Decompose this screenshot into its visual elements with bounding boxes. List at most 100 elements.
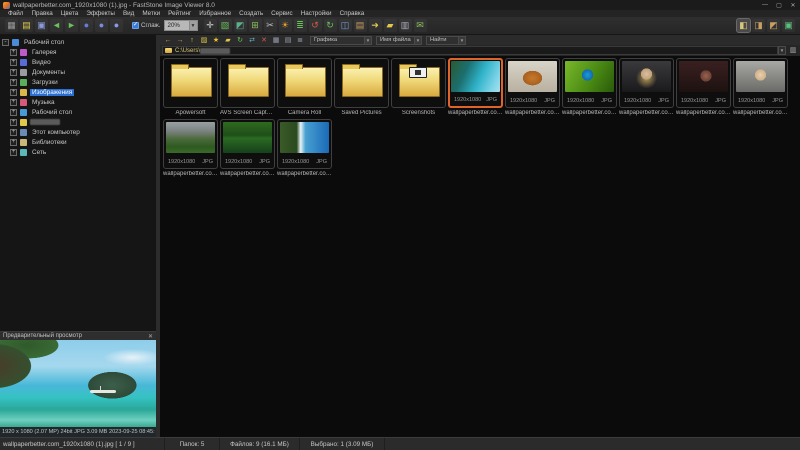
address-field[interactable]: C:\Users\ bbox=[162, 46, 778, 55]
tree-item-desktop-root[interactable]: -Рабочий стол bbox=[0, 37, 156, 47]
sync-icon[interactable]: ⇄ bbox=[247, 36, 257, 45]
menu-item-Рейтинг[interactable]: Рейтинг bbox=[164, 10, 195, 17]
tree-expand-icon[interactable]: + bbox=[10, 149, 17, 156]
menu-item-Вид[interactable]: Вид bbox=[119, 10, 138, 17]
favorites-icon[interactable]: ★ bbox=[211, 36, 221, 45]
tree-item-documents[interactable]: +Документы bbox=[0, 67, 156, 77]
tree-item-downloads[interactable]: +Загрузки bbox=[0, 77, 156, 87]
capture-icon[interactable]: ◩ bbox=[234, 19, 247, 32]
folder-thumbnail-card[interactable] bbox=[163, 58, 218, 108]
recycle-bin-icon[interactable]: ▥ bbox=[788, 46, 798, 55]
search-combobox[interactable]: Найти▼ bbox=[426, 36, 466, 45]
image-thumbnail-card[interactable]: 1920x1080JPG bbox=[562, 58, 617, 108]
smooth-checkbox[interactable]: ✓ Сглаж. bbox=[132, 22, 161, 29]
tree-expand-icon[interactable]: + bbox=[10, 99, 17, 106]
zoom-dropdown-icon[interactable]: ▼ bbox=[189, 21, 197, 30]
print-icon[interactable]: ▥ bbox=[399, 19, 412, 32]
layout-windowed-icon[interactable]: ◨ bbox=[752, 19, 765, 32]
menu-item-Файл[interactable]: Файл bbox=[4, 10, 27, 17]
folder-icon[interactable]: ▰ bbox=[384, 19, 397, 32]
resize-icon[interactable]: ⊞ bbox=[249, 19, 262, 32]
image-thumbnail-card[interactable]: 1920x1080JPG bbox=[505, 58, 560, 108]
move-to-folder-icon[interactable]: ➜ bbox=[369, 19, 382, 32]
folder-thumbnail[interactable]: Apowersoft bbox=[163, 58, 218, 116]
view-list-icon[interactable]: ≣ bbox=[295, 36, 305, 45]
folder-thumbnail-card[interactable] bbox=[334, 58, 389, 108]
tree-item-video[interactable]: +Видео bbox=[0, 57, 156, 67]
tree-item-pictures[interactable]: +Изображения bbox=[0, 87, 156, 97]
layout-fullview-icon[interactable]: ◩ bbox=[767, 19, 780, 32]
preview-image[interactable] bbox=[0, 340, 156, 427]
minimize-button[interactable]: — bbox=[758, 0, 772, 10]
hand-tool-icon[interactable]: ✛ bbox=[204, 19, 217, 32]
image-thumbnail[interactable]: 1920x1080JPGwallpaperbetter.com... bbox=[562, 58, 617, 116]
address-dropdown-icon[interactable]: ▼ bbox=[778, 46, 786, 55]
draw-board-icon[interactable]: ▧ bbox=[219, 19, 232, 32]
copy-to-folder-icon[interactable]: ▤ bbox=[354, 19, 367, 32]
image-thumbnail[interactable]: 1920x1080JPGwallpaperbetter.com... bbox=[163, 119, 218, 177]
view-details-icon[interactable]: ▤ bbox=[283, 36, 293, 45]
open-file-icon[interactable]: ▤ bbox=[20, 19, 33, 32]
image-thumbnail-card[interactable]: 1920x1080JPG bbox=[619, 58, 674, 108]
zoom-out-icon[interactable]: ● bbox=[80, 19, 93, 32]
tree-item-gallery[interactable]: +Галерея bbox=[0, 47, 156, 57]
menu-item-Эффекты[interactable]: Эффекты bbox=[82, 10, 119, 17]
close-button[interactable]: ✕ bbox=[786, 0, 800, 10]
zoom-actual-icon[interactable]: ● bbox=[110, 19, 123, 32]
maximize-button[interactable]: ▢ bbox=[772, 0, 786, 10]
tree-expand-icon[interactable]: + bbox=[10, 129, 17, 136]
sort-combobox[interactable]: Имя файла▼ bbox=[376, 36, 422, 45]
crop-icon[interactable]: ✂ bbox=[264, 19, 277, 32]
tree-expand-icon[interactable]: + bbox=[10, 139, 17, 146]
image-thumbnail[interactable]: 1920x1080JPGwallpaperbetter.com... bbox=[619, 58, 674, 116]
filter-combobox-dropdown-icon[interactable]: ▼ bbox=[364, 37, 371, 44]
preview-close-icon[interactable]: ✕ bbox=[148, 333, 153, 340]
refresh-icon[interactable]: ↻ bbox=[235, 36, 245, 45]
image-thumbnail-card[interactable]: 1920x1080JPG bbox=[733, 58, 788, 108]
tree-item-network[interactable]: +Сеть bbox=[0, 147, 156, 157]
image-thumbnail-card[interactable]: 1920x1080JPG bbox=[220, 119, 275, 169]
tree-expand-icon[interactable]: + bbox=[10, 59, 17, 66]
filter-combobox[interactable]: Графика▼ bbox=[310, 36, 372, 45]
folder-thumbnail[interactable]: Screenshots bbox=[391, 58, 446, 116]
tree-expand-icon[interactable]: + bbox=[10, 109, 17, 116]
search-combobox-dropdown-icon[interactable]: ▼ bbox=[458, 37, 465, 44]
menu-item-Настройки[interactable]: Настройки bbox=[297, 10, 336, 17]
image-thumbnail[interactable]: 1920x1080JPGwallpaperbetter.com... bbox=[733, 58, 788, 116]
image-thumbnail-card[interactable]: 1920x1080JPG bbox=[676, 58, 731, 108]
menu-item-Сервис[interactable]: Сервис bbox=[267, 10, 297, 17]
image-thumbnail[interactable]: 1920x1080JPGwallpaperbetter.com... bbox=[277, 119, 332, 177]
prev-image-icon[interactable]: ◄ bbox=[50, 19, 63, 32]
menu-item-Метки[interactable]: Метки bbox=[138, 10, 164, 17]
fullscreen-icon[interactable]: ▣ bbox=[782, 19, 795, 32]
folder-thumbnail-card[interactable] bbox=[220, 58, 275, 108]
up-folder-icon[interactable]: ↑ bbox=[187, 36, 197, 45]
tree-item-user-folder[interactable]: + bbox=[0, 117, 156, 127]
effects-icon[interactable]: ≣ bbox=[294, 19, 307, 32]
folder-thumbnail[interactable]: AVS Screen Capture bbox=[220, 58, 275, 116]
image-thumbnail[interactable]: 1920x1080JPGwallpaperbetter.com... bbox=[676, 58, 731, 116]
forward-icon[interactable]: → bbox=[175, 36, 185, 45]
layout-browser-icon[interactable]: ◧ bbox=[737, 19, 750, 32]
new-folder-icon[interactable]: ▨ bbox=[199, 36, 209, 45]
tree-item-desktop[interactable]: +Рабочий стол bbox=[0, 107, 156, 117]
compare-icon[interactable]: ◫ bbox=[339, 19, 352, 32]
tree-item-this-pc[interactable]: +Этот компьютер bbox=[0, 127, 156, 137]
next-image-icon[interactable]: ► bbox=[65, 19, 78, 32]
menu-item-Правка[interactable]: Правка bbox=[27, 10, 56, 17]
sort-combobox-dropdown-icon[interactable]: ▼ bbox=[414, 37, 421, 44]
tree-expand-icon[interactable]: + bbox=[10, 79, 17, 86]
image-thumbnail[interactable]: 1920x1080JPGwallpaperbetter.com... bbox=[505, 58, 560, 116]
tree-expand-icon[interactable]: + bbox=[10, 49, 17, 56]
tree-expand-icon[interactable]: + bbox=[10, 119, 17, 126]
image-thumbnail-card[interactable]: 1920x1080JPG bbox=[163, 119, 218, 169]
back-icon[interactable]: ← bbox=[163, 36, 173, 45]
image-thumbnail[interactable]: 1920x1080JPGwallpaperbetter.com... bbox=[448, 58, 503, 116]
delete-icon[interactable]: ✕ bbox=[259, 36, 269, 45]
adjust-colors-icon[interactable]: ☀ bbox=[279, 19, 292, 32]
zoom-combobox[interactable]: 20% ▼ bbox=[164, 20, 198, 31]
menu-item-Создать[interactable]: Создать bbox=[235, 10, 267, 17]
view-thumbnails-icon[interactable]: ▦ bbox=[271, 36, 281, 45]
menu-item-Справка[interactable]: Справка bbox=[336, 10, 369, 17]
tree-expand-icon[interactable]: + bbox=[10, 89, 17, 96]
